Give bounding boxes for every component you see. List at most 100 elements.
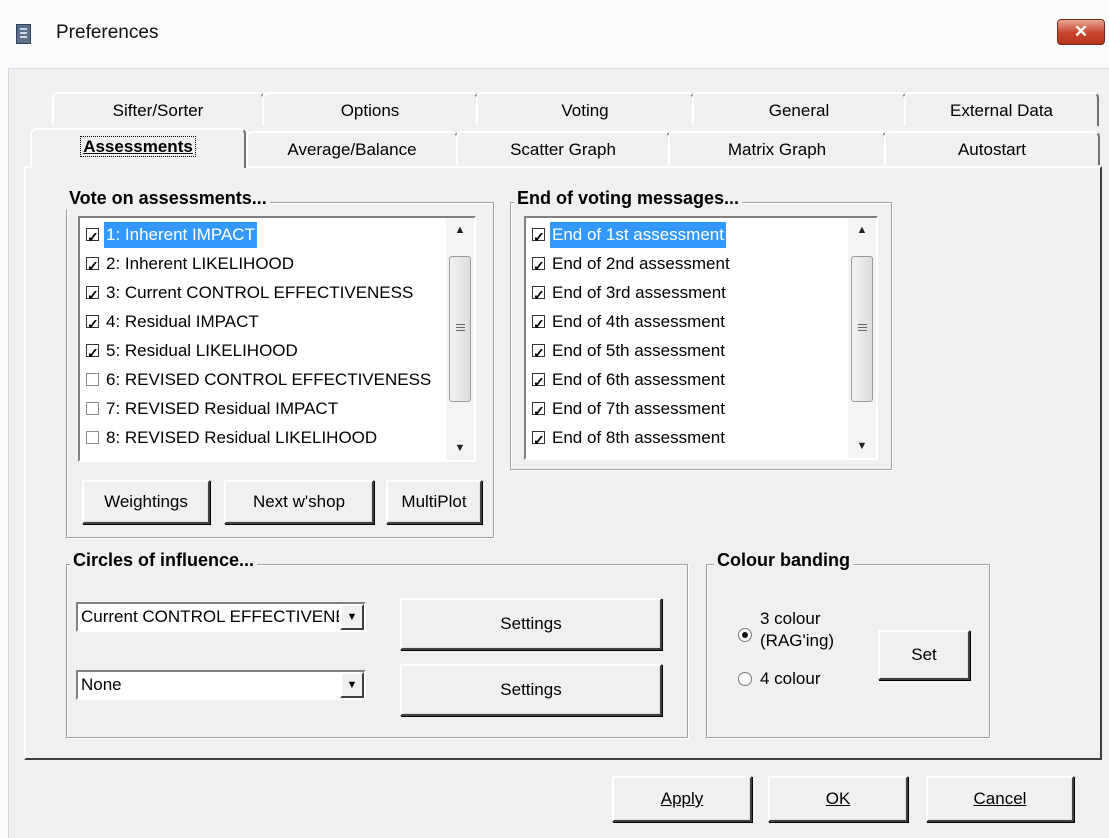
list-item-label: 6: REVISED CONTROL EFFECTIVENESS	[106, 370, 432, 389]
set-button[interactable]: Set	[878, 630, 970, 680]
tab-page-assessments: Vote on assessments... 1: Inherent IMPAC…	[24, 166, 1102, 760]
list-item[interactable]: End of 3rd assessment	[530, 280, 842, 306]
list-item[interactable]: 3: Current CONTROL EFFECTIVENESS	[84, 280, 440, 306]
end-messages-group-title: End of voting messages...	[514, 188, 743, 209]
tab-label: Voting	[561, 101, 609, 120]
checkbox[interactable]	[86, 224, 99, 248]
tab-options[interactable]: Options	[262, 92, 478, 126]
ok-button[interactable]: OK	[768, 776, 908, 822]
tab-label: Sifter/Sorter	[112, 101, 204, 120]
list-item-label: End of 4th assessment	[552, 312, 725, 331]
grip-icon	[456, 324, 465, 333]
tab-label: General	[768, 101, 830, 120]
radio-4-colour-label: 4 colour	[760, 669, 821, 688]
tab-general[interactable]: General	[692, 92, 906, 126]
checkbox[interactable]	[86, 282, 99, 306]
checkbox[interactable]	[86, 253, 99, 277]
checkbox[interactable]	[86, 373, 99, 386]
checkbox[interactable]	[532, 340, 545, 364]
tab-sifter-sorter[interactable]: Sifter/Sorter	[52, 92, 264, 126]
combo-value: Current CONTROL EFFECTIVENESS	[81, 607, 339, 626]
list-item[interactable]: 2: Inherent LIKELIHOOD	[84, 251, 440, 277]
cancel-label: Cancel	[973, 789, 1027, 808]
list-item[interactable]: 8: REVISED Residual LIKELIHOOD	[84, 425, 440, 451]
tab-assessments[interactable]: Assessments	[30, 128, 246, 168]
circles-settings-button-2[interactable]: Settings	[400, 664, 662, 716]
checkbox[interactable]	[532, 398, 545, 422]
vote-group-title: Vote on assessments...	[66, 188, 270, 209]
radio-3-colour-label-line2: (RAG'ing)	[760, 631, 835, 650]
scroll-thumb[interactable]	[449, 256, 471, 402]
next-workshop-button[interactable]: Next w'shop	[224, 480, 374, 524]
list-item[interactable]: 5: Residual LIKELIHOOD	[84, 338, 440, 364]
radio-4-colour[interactable]	[738, 672, 752, 686]
tab-autostart[interactable]: Autostart	[884, 131, 1100, 165]
scroll-thumb[interactable]	[851, 256, 873, 402]
vote-assessments-list[interactable]: 1: Inherent IMPACT 2: Inherent LIKELIHOOD…	[78, 216, 476, 462]
tab-voting[interactable]: Voting	[476, 92, 694, 126]
tab-average-balance[interactable]: Average/Balance	[246, 131, 458, 165]
list-item-label: 4: Residual IMPACT	[106, 312, 259, 331]
apply-button[interactable]: Apply	[612, 776, 752, 822]
checkbox[interactable]	[86, 431, 99, 444]
scroll-up-icon[interactable]: ▲	[848, 218, 876, 242]
colour-banding-title: Colour banding	[714, 550, 853, 571]
checkbox[interactable]	[532, 282, 545, 306]
radio-3-colour-label-line1: 3 colour	[760, 609, 821, 628]
checkbox[interactable]	[532, 253, 545, 277]
list-item[interactable]: End of 1st assessment	[530, 222, 842, 248]
list-item-label: End of 5th assessment	[552, 341, 725, 360]
list-item-label: End of 2nd assessment	[552, 254, 730, 273]
vote-list-scrollbar[interactable]: ▲ ▼	[446, 218, 474, 460]
chevron-down-icon[interactable]: ▼	[340, 672, 364, 698]
checkbox[interactable]	[532, 369, 545, 393]
end-messages-list[interactable]: End of 1st assessment End of 2nd assessme…	[524, 216, 878, 460]
tab-label: Options	[340, 101, 400, 120]
scroll-up-icon[interactable]: ▲	[446, 218, 474, 242]
list-item[interactable]: 7: REVISED Residual IMPACT	[84, 396, 440, 422]
list-item[interactable]: End of 7th assessment	[530, 396, 842, 422]
list-item[interactable]: End of 5th assessment	[530, 338, 842, 364]
checkbox[interactable]	[532, 311, 545, 335]
circles-combo-2[interactable]: None ▼	[76, 670, 366, 700]
list-item-label: 8: REVISED Residual LIKELIHOOD	[106, 428, 378, 447]
combo-value: None	[81, 675, 122, 694]
list-item[interactable]: End of 2nd assessment	[530, 251, 842, 277]
cancel-button[interactable]: Cancel	[926, 776, 1074, 822]
list-item[interactable]: 6: REVISED CONTROL EFFECTIVENESS	[84, 367, 440, 393]
list-item-label: 5: Residual LIKELIHOOD	[106, 341, 298, 360]
list-item-label: 3: Current CONTROL EFFECTIVENESS	[106, 283, 414, 302]
list-item[interactable]: End of 4th assessment	[530, 309, 842, 335]
tab-external-data[interactable]: External Data	[904, 92, 1099, 126]
checkbox[interactable]	[86, 402, 99, 415]
close-button[interactable]: ✕	[1057, 19, 1105, 45]
list-item[interactable]: End of 8th assessment	[530, 425, 842, 451]
list-item-label: 7: REVISED Residual IMPACT	[106, 399, 339, 418]
app-icon	[16, 24, 31, 44]
multiplot-button[interactable]: MultiPlot	[386, 480, 482, 524]
circles-settings-button-1[interactable]: Settings	[400, 598, 662, 650]
checkbox[interactable]	[532, 224, 545, 248]
weightings-button[interactable]: Weightings	[82, 480, 210, 524]
list-item[interactable]: 1: Inherent IMPACT	[84, 222, 440, 248]
ok-label: OK	[825, 789, 851, 808]
checkbox[interactable]	[532, 427, 545, 451]
end-list-scrollbar[interactable]: ▲ ▼	[848, 218, 876, 458]
scroll-down-icon[interactable]: ▼	[848, 434, 876, 458]
tab-label: Average/Balance	[287, 140, 417, 159]
radio-3-colour[interactable]	[738, 628, 752, 642]
checkbox[interactable]	[86, 311, 99, 335]
tab-label: Matrix Graph	[727, 140, 827, 159]
list-item-label: 2: Inherent LIKELIHOOD	[106, 254, 295, 273]
list-item[interactable]: 4: Residual IMPACT	[84, 309, 440, 335]
list-item[interactable]: End of 6th assessment	[530, 367, 842, 393]
circles-group-title: Circles of influence...	[70, 550, 258, 571]
tab-scatter-graph[interactable]: Scatter Graph	[456, 131, 670, 165]
checkbox[interactable]	[86, 340, 99, 364]
circles-combo-1[interactable]: Current CONTROL EFFECTIVENESS ▼	[76, 602, 366, 632]
title-bar[interactable]: Preferences ✕	[0, 0, 1109, 69]
tab-matrix-graph[interactable]: Matrix Graph	[668, 131, 886, 165]
list-item-label: 1: Inherent IMPACT	[104, 222, 257, 248]
scroll-down-icon[interactable]: ▼	[446, 436, 474, 460]
chevron-down-icon[interactable]: ▼	[340, 604, 364, 630]
